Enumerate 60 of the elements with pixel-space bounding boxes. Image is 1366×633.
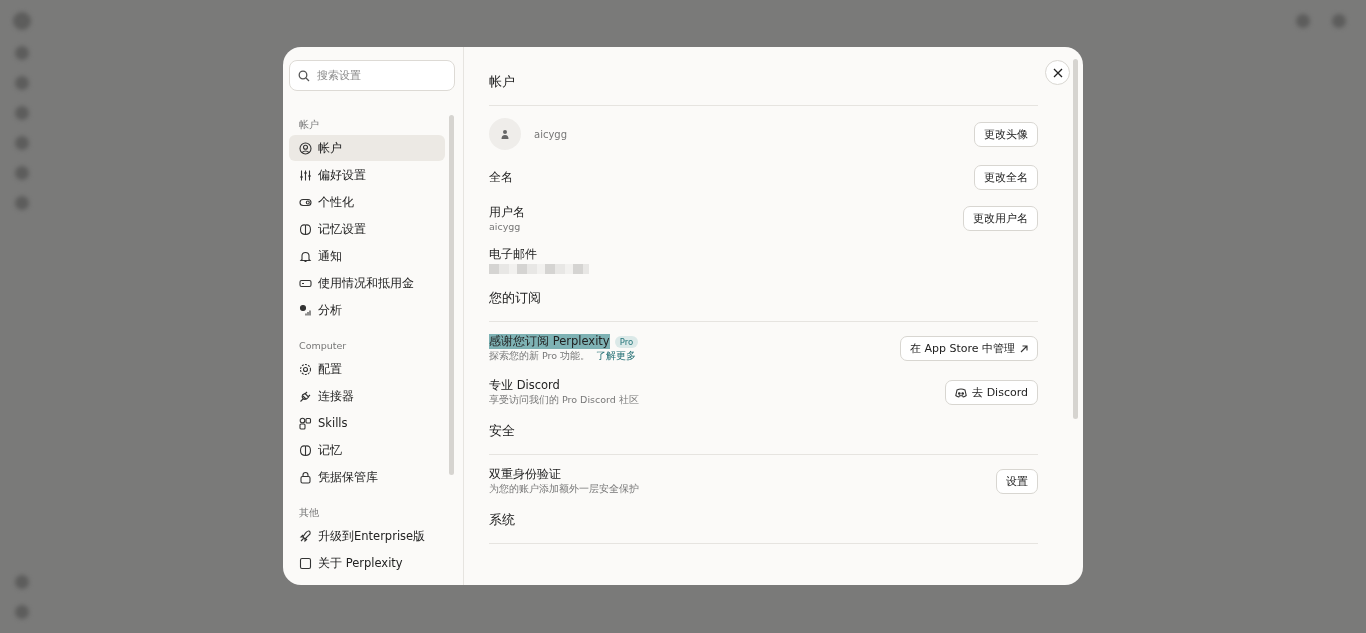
scrollbar-thumb[interactable] (1073, 59, 1078, 419)
sidebar-item[interactable]: 个性化 (289, 189, 445, 215)
section-heading: 其他 (298, 507, 320, 520)
field-label: 感谢您订阅 Perplexity (489, 334, 610, 349)
field-value: 探索您的新 Pro 功能。 (489, 350, 591, 363)
field-value: 享受访问我们的 Pro Discord 社区 (489, 394, 639, 407)
shapes-icon (299, 416, 312, 430)
field-value: aicygg (489, 221, 521, 232)
sidebar-item[interactable]: 偏好设置 (289, 162, 445, 188)
gear-icon (299, 362, 312, 376)
search-field[interactable]: 搜索设置 (289, 60, 455, 91)
sidebar-item[interactable]: 连接器 (289, 383, 445, 409)
username-text: aicygg (534, 128, 568, 140)
plug-icon (299, 389, 312, 403)
section-heading: Computer (298, 340, 348, 353)
external-link-icon (1020, 344, 1028, 353)
sidebar-item[interactable]: 分析 (289, 297, 445, 323)
field-label: 专业 Discord (489, 378, 560, 393)
brain-icon (299, 222, 312, 236)
scrollbar-thumb[interactable] (449, 115, 454, 475)
sliders-icon (299, 168, 312, 182)
close-button[interactable] (1045, 60, 1070, 85)
rocket-icon (299, 529, 312, 543)
bell-icon (299, 249, 312, 263)
action-button[interactable]: 更改头像 (974, 121, 1038, 147)
section-title: 安全 (489, 422, 516, 440)
chart-icon (299, 303, 312, 317)
action-button[interactable]: 设置 (996, 469, 1038, 494)
sidebar-item[interactable]: 升级到Enterprise版 (289, 523, 445, 549)
plan-badge: Pro (614, 335, 639, 348)
brain-icon (299, 443, 312, 457)
field-value: 为您的账户添加额外一层安全保护 (489, 483, 639, 496)
discord-icon (955, 387, 968, 398)
sidebar-item[interactable]: 关于 Perplexity (289, 550, 445, 576)
action-button[interactable]: 在 App Store 中管理 (899, 336, 1038, 361)
avatar-icon (489, 118, 521, 150)
sidebar-item[interactable]: 记忆 (289, 437, 445, 463)
sidebar-item[interactable]: 帐户 (289, 135, 445, 161)
sidebar-item[interactable]: 凭据保管库 (289, 464, 445, 490)
window-icon (299, 556, 312, 570)
sidebar-item[interactable]: 记忆设置 (289, 216, 445, 242)
learn-more-link[interactable]: 了解更多 (596, 350, 637, 363)
field-label: 电子邮件 (489, 247, 538, 262)
section-heading: 帐户 (298, 119, 320, 132)
action-button[interactable]: 更改用户名 (963, 206, 1038, 231)
field-label: 全名 (489, 169, 513, 185)
sidebar-item[interactable]: 配置 (289, 356, 445, 382)
close-icon (1052, 67, 1063, 78)
field-label: 用户名 (489, 205, 525, 220)
section-title: 系统 (489, 511, 516, 529)
action-button[interactable]: 去 Discord (945, 380, 1038, 405)
field-label: 双重身份验证 (489, 467, 561, 482)
sidebar-item[interactable]: 使用情况和抵用金 (289, 270, 445, 296)
action-button[interactable]: 更改全名 (974, 164, 1038, 190)
sidebar-item[interactable]: Skills (289, 410, 445, 436)
lock-icon (299, 470, 312, 484)
section-title: 您的订阅 (489, 289, 542, 307)
user-circle-icon (299, 141, 312, 155)
sidebar-item[interactable]: 通知 (289, 243, 445, 269)
section-title: 帐户 (489, 73, 516, 91)
